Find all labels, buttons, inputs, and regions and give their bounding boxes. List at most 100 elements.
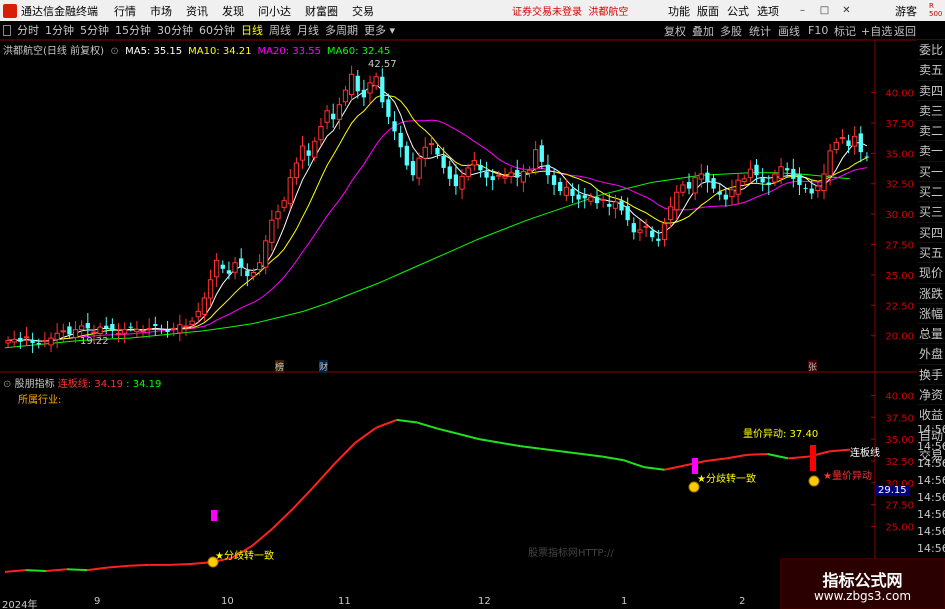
menu-wealth[interactable]: 财富圈: [305, 3, 338, 19]
candle-body: [171, 327, 177, 330]
menu-trade[interactable]: 交易: [352, 3, 374, 19]
candle-body: [312, 140, 318, 158]
candle-body: [594, 197, 600, 204]
sidebar-item[interactable]: 卖二: [917, 121, 945, 142]
period-1min[interactable]: 1分钟: [45, 22, 74, 38]
sidebar-item[interactable]: 现价: [917, 263, 945, 284]
ind-y-tick-label: 37.50: [885, 413, 914, 424]
sidebar-item[interactable]: 买五: [917, 243, 945, 264]
sidebar-item[interactable]: 买三: [917, 202, 945, 223]
indicator-segment: [128, 563, 150, 567]
candle-body: [680, 184, 686, 193]
watermark-title: 指标公式网: [822, 571, 903, 590]
candle-body: [558, 182, 563, 192]
period-5min[interactable]: 5分钟: [80, 22, 109, 38]
period-multi[interactable]: 多周期: [325, 22, 358, 38]
period-monthly[interactable]: 月线: [297, 22, 319, 38]
sidebar-item[interactable]: 委比: [917, 40, 945, 61]
period-daily[interactable]: 日线: [241, 22, 263, 38]
indicator-header: ⊙ 股朋指标 连板线: 34.19 : 34.19: [3, 375, 161, 390]
faint-watermark: 股票指标网HTTP://: [528, 548, 614, 559]
indicator-segment: [334, 441, 357, 465]
candle-body: [115, 332, 122, 335]
candle-body: [607, 203, 612, 207]
sidebar-item[interactable]: 买二: [917, 182, 945, 203]
candle-body: [165, 329, 170, 333]
menu-options[interactable]: 选项: [757, 3, 779, 19]
app-logo-icon: [3, 3, 17, 18]
menu-news[interactable]: 资讯: [186, 3, 208, 19]
candle-body: [711, 178, 716, 189]
btn-back[interactable]: 返回: [894, 21, 945, 40]
candle-body: [588, 196, 594, 202]
candle-body: [465, 167, 471, 177]
candle-body: [453, 174, 459, 187]
sidebar-item[interactable]: 涨幅: [917, 304, 945, 325]
candle-body: [723, 194, 728, 200]
candle-body: [760, 178, 765, 183]
kline-chart[interactable]: 40.00 37.50 35.00 32.50 30.00 27.50 25.00 22.50…: [0, 40, 917, 596]
indicator-segment: [664, 464, 686, 471]
period-more[interactable]: 更多 ▾: [364, 22, 395, 38]
sidebar-item[interactable]: 卖一: [917, 141, 945, 162]
candle-body: [287, 177, 293, 205]
menu-quotes[interactable]: 行情: [114, 3, 136, 19]
candle-body: [293, 162, 300, 179]
candle-body: [698, 173, 704, 180]
sidebar-item[interactable]: 外盘: [917, 344, 945, 365]
indicator-segment: [643, 466, 665, 471]
menu-discover[interactable]: 发现: [222, 3, 244, 19]
sidebar-item[interactable]: 总量: [917, 324, 945, 345]
menu-formula[interactable]: 公式: [727, 3, 749, 19]
y-tick-label: 40.00: [885, 89, 914, 100]
candle-body: [839, 137, 846, 140]
period-15min[interactable]: 15分钟: [115, 22, 151, 38]
candle-body: [563, 186, 569, 196]
candle-body: [104, 325, 109, 329]
ind-y-tick-label: 27.50: [885, 501, 914, 512]
period-30min[interactable]: 30分钟: [157, 22, 193, 38]
panel-toggle-icon[interactable]: [3, 24, 11, 36]
period-intraday[interactable]: 分时: [17, 22, 39, 38]
event-marker-finance[interactable]: 财: [319, 360, 329, 373]
indicator-name[interactable]: 股朋指标: [15, 379, 55, 390]
indicator-settings-icon[interactable]: ⊙: [3, 379, 11, 390]
menu-market[interactable]: 市场: [150, 3, 172, 19]
candles-group: [5, 65, 870, 354]
sidebar-item[interactable]: 换手: [917, 365, 945, 386]
login-notice[interactable]: 证券交易未登录 洪都航空: [512, 3, 628, 18]
candle-body: [275, 211, 281, 220]
sidebar-item[interactable]: 买一: [917, 162, 945, 183]
minimize-icon[interactable]: –: [796, 4, 809, 17]
menu-function[interactable]: 功能: [668, 3, 690, 19]
sidebar-item[interactable]: 卖三: [917, 101, 945, 122]
period-60min[interactable]: 60分钟: [199, 22, 235, 38]
sidebar-time: 14:56: [917, 542, 945, 555]
stock-title: 洪都航空(日线 前复权): [3, 46, 104, 57]
settings-icon[interactable]: ⊙: [107, 46, 122, 57]
indicator-segment: [458, 432, 480, 441]
user-guest[interactable]: 游客: [895, 3, 917, 19]
sidebar-item[interactable]: 卖四: [917, 81, 945, 101]
ind-y-tick-label: 35.00: [885, 435, 914, 446]
sidebar-item[interactable]: 买四: [917, 223, 945, 243]
candle-body: [72, 329, 79, 338]
indicator-segment: [540, 447, 562, 453]
indicator-segment: [251, 527, 274, 547]
sidebar-item[interactable]: 卖五: [917, 60, 945, 81]
close-icon[interactable]: ✕: [840, 4, 853, 17]
candle-body: [201, 297, 208, 315]
indicator-segment: [726, 453, 748, 460]
restore-icon[interactable]: □: [818, 4, 831, 17]
sidebar-item[interactable]: 涨跌: [917, 284, 945, 304]
period-weekly[interactable]: 周线: [269, 22, 291, 38]
indicator-segment: [107, 564, 129, 569]
sidebar-item[interactable]: 净资: [917, 385, 945, 406]
candle-body: [643, 225, 649, 228]
menu-layout[interactable]: 版面: [697, 3, 719, 19]
candle-body: [729, 189, 735, 198]
menu-ask[interactable]: 问小达: [258, 3, 291, 19]
ma-label-3: MA60: 32.45: [326, 46, 391, 57]
event-marker-limit[interactable]: 张: [808, 360, 818, 373]
event-marker-rank[interactable]: 榜: [275, 360, 285, 373]
